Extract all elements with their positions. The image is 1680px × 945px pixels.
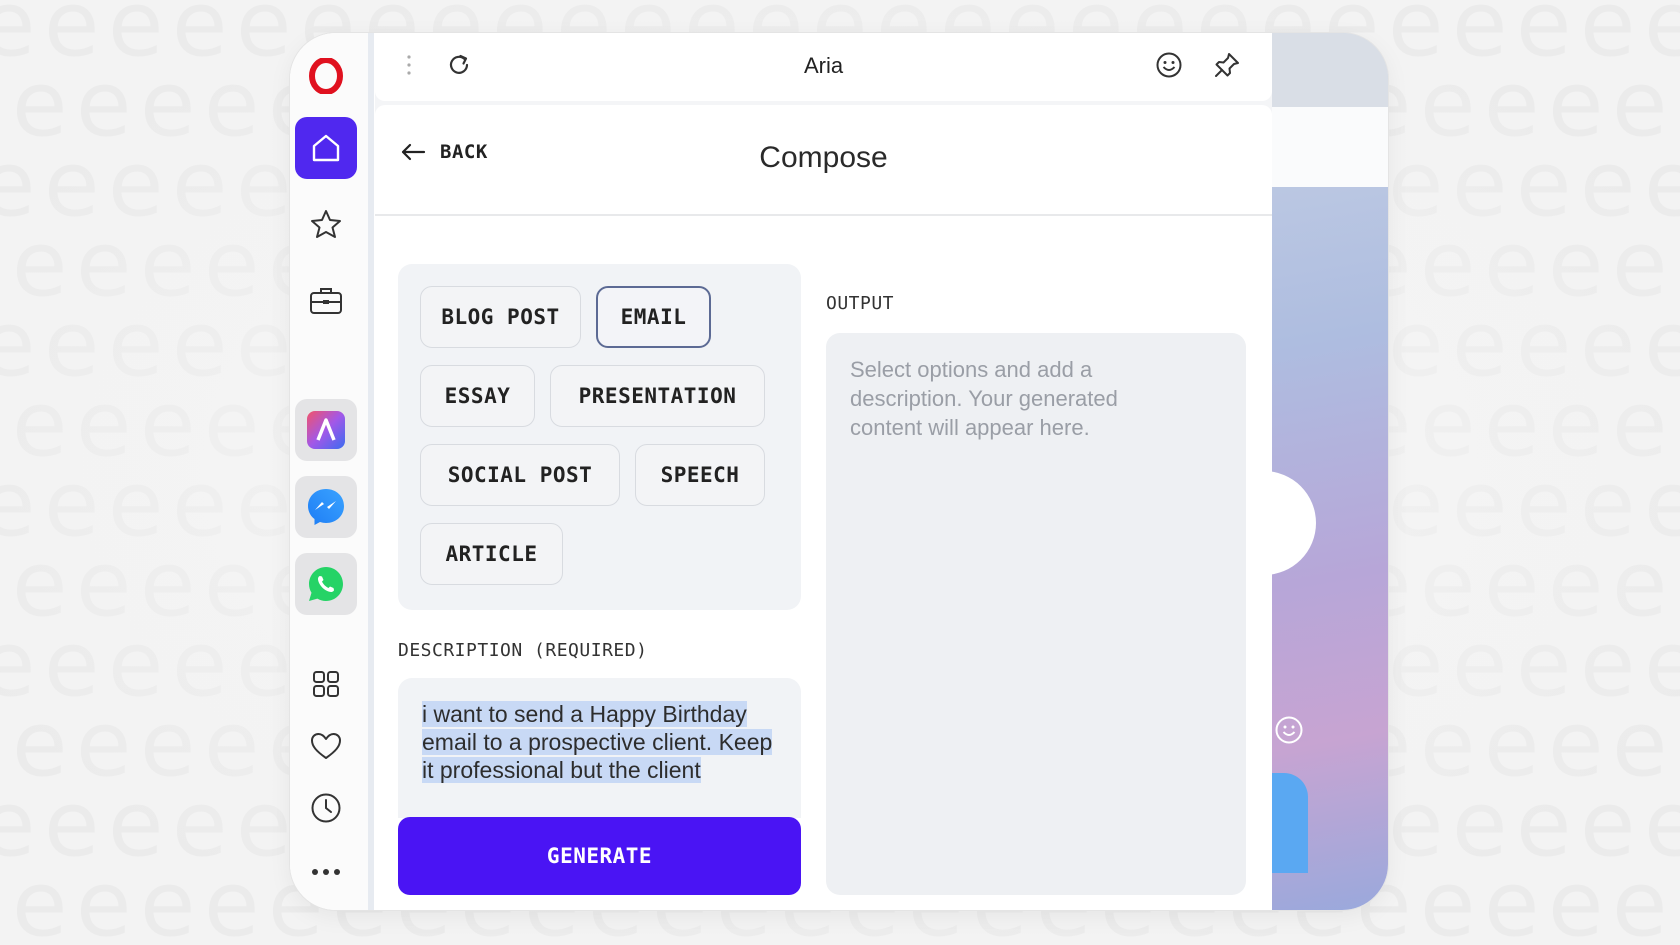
chip-social-post[interactable]: SOCIAL POST [420,444,620,506]
more-icon[interactable] [295,841,357,903]
browser-window: Aria BACK Compose BLOG POST EMAIL ESSAY … [290,33,1388,910]
panel-header: Aria [375,33,1272,101]
output-area: Select options and add a description. Yo… [826,333,1246,895]
briefcase-icon[interactable] [295,270,357,332]
panel-title: Aria [803,53,844,78]
compose-toolbar: BACK Compose [375,105,1272,216]
grid-icon[interactable] [295,653,357,715]
messenger-icon[interactable] [295,476,357,538]
clock-icon[interactable] [295,777,357,839]
aria-panel: Aria BACK Compose BLOG POST EMAIL ESSAY … [375,33,1272,910]
home-icon[interactable] [295,117,357,179]
output-label: OUTPUT [826,293,895,314]
background-page [1212,33,1388,910]
content-type-selector: BLOG POST EMAIL ESSAY PRESENTATION SOCIA… [398,264,801,610]
sidebar-divider [368,33,374,910]
star-icon[interactable] [295,193,357,255]
smiley-icon [1274,715,1304,749]
chip-speech[interactable]: SPEECH [635,444,765,506]
chip-essay[interactable]: ESSAY [420,365,535,427]
sidebar [290,33,368,910]
chip-article[interactable]: ARTICLE [420,523,563,585]
aria-app-icon[interactable] [295,399,357,461]
description-text: i want to send a Happy Birthday email to… [422,701,773,783]
generate-button[interactable]: GENERATE [398,817,801,895]
heart-icon[interactable] [295,715,357,777]
smiley-feedback-icon[interactable] [1153,49,1185,81]
description-label: DESCRIPTION (REQUIRED) [398,640,648,661]
page-title: Compose [759,141,888,174]
chip-blog-post[interactable]: BLOG POST [420,286,581,348]
description-input[interactable]: i want to send a Happy Birthday email to… [398,678,801,818]
chip-presentation[interactable]: PRESENTATION [550,365,765,427]
output-placeholder: Select options and add a description. Yo… [850,357,1118,440]
pin-icon[interactable] [1211,49,1243,81]
compose-view: BACK Compose BLOG POST EMAIL ESSAY PRESE… [375,105,1272,910]
chip-email[interactable]: EMAIL [596,286,711,348]
opera-logo-icon[interactable] [295,45,357,107]
whatsapp-icon[interactable] [295,553,357,615]
